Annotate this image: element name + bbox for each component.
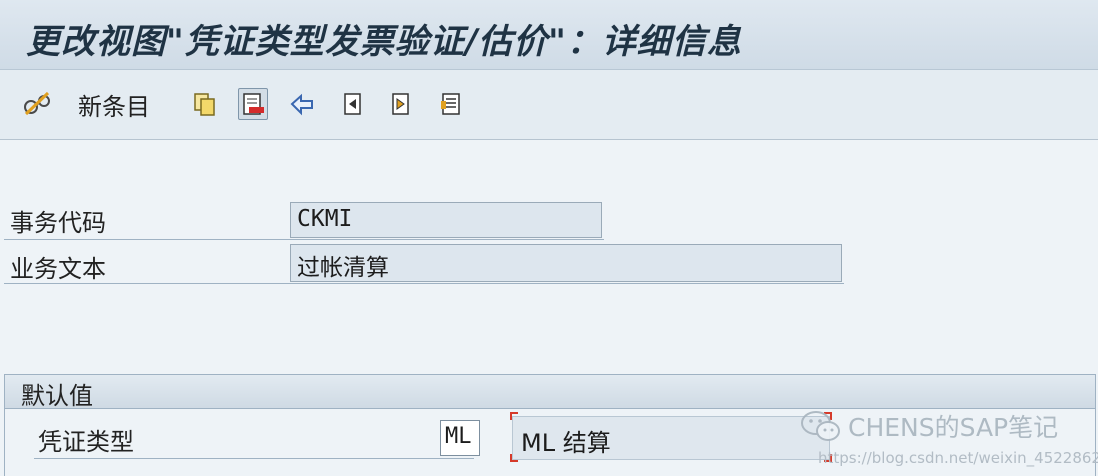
document-type-label: 凭证类型 <box>38 428 134 456</box>
edit-glasses-icon[interactable] <box>22 88 52 120</box>
wechat-logo-icon <box>801 411 840 441</box>
watermark-text: CHENS的SAP笔记 <box>848 413 1059 442</box>
application-toolbar: 新条目 <box>0 70 1098 140</box>
next-entry-icon[interactable] <box>386 88 416 120</box>
field-row-divider <box>4 283 844 284</box>
delete-icon[interactable] <box>238 88 268 120</box>
field-row-divider <box>4 239 604 240</box>
watermark: CHENS的SAP笔记 <box>800 408 1058 444</box>
required-corner-top-left <box>510 412 518 420</box>
transaction-code-label: 事务代码 <box>10 209 106 237</box>
title-bar: 更改视图"凭证类型发票验证/估价"：详细信息 <box>0 0 1098 70</box>
previous-entry-icon[interactable] <box>338 88 368 120</box>
defaults-group-title: 默认值 <box>21 382 93 410</box>
document-type-input[interactable]: ML <box>440 420 480 456</box>
window-title: 更改视图"凭证类型发票验证/估价"：详细信息 <box>26 22 742 62</box>
transaction-text-field[interactable]: 过帐清算 <box>290 244 842 282</box>
copy-icon[interactable] <box>190 88 220 120</box>
new-entries-button[interactable]: 新条目 <box>78 88 150 121</box>
details-icon[interactable] <box>436 88 466 120</box>
field-row-divider <box>34 458 474 459</box>
required-corner-bottom-left <box>510 454 518 462</box>
defaults-group-header: 默认值 <box>5 375 1095 410</box>
transaction-text-label: 业务文本 <box>10 255 106 283</box>
document-type-description: ML 结算 <box>512 416 830 460</box>
undo-icon[interactable] <box>288 88 318 120</box>
watermark-url: https://blog.csdn.net/weixin_45228626 <box>818 449 1098 467</box>
transaction-code-field[interactable]: CKMI <box>290 202 602 238</box>
